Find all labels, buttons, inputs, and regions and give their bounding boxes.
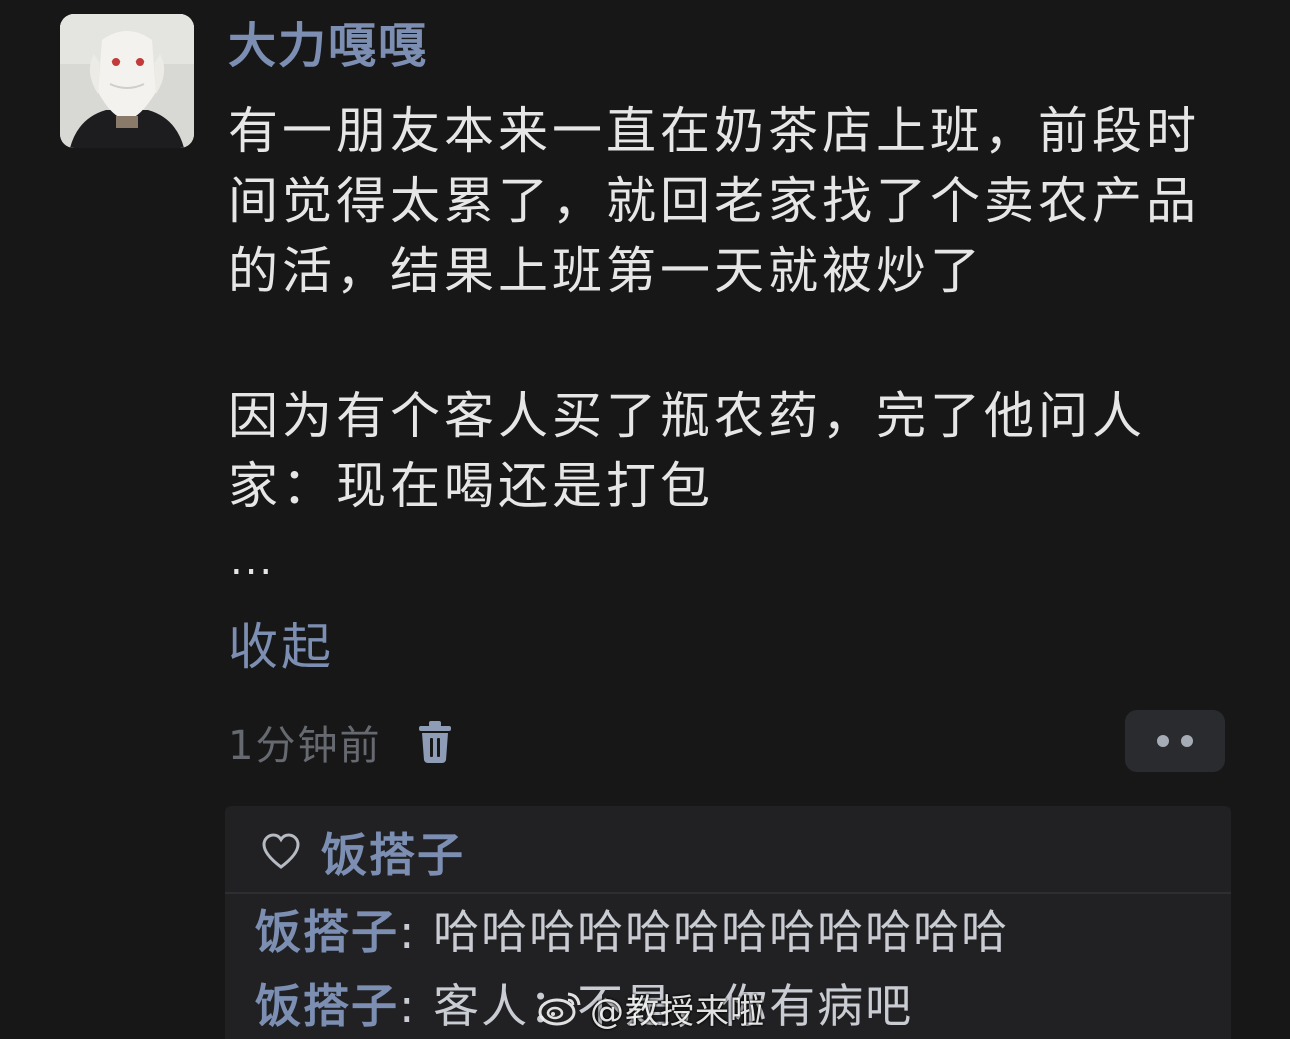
comment-timestamp: 1分钟前 bbox=[228, 723, 382, 769]
comment-text-line-1: 有一朋友本来一直在奶茶店上班，前段时 bbox=[228, 102, 1200, 160]
comment-ellipsis: ... bbox=[230, 538, 275, 584]
more-dots-icon bbox=[1157, 735, 1169, 747]
heart-outline-icon[interactable] bbox=[261, 832, 301, 872]
collapse-link[interactable]: 收起 bbox=[228, 612, 334, 682]
watermark: @教授来啦 bbox=[538, 980, 765, 1036]
comment-text-line-4: 因为有个客人买了瓶农药，完了他问人 bbox=[228, 387, 1146, 445]
reply-author[interactable]: 饭搭子 bbox=[255, 905, 399, 959]
more-dots-icon bbox=[1181, 735, 1193, 747]
panel-divider bbox=[225, 892, 1231, 894]
comment-text-line-3: 的活，结果上班第一天就被炒了 bbox=[228, 242, 984, 300]
reply-separator: : bbox=[399, 979, 417, 1033]
comment-meta-row: 1分钟前 bbox=[228, 712, 455, 772]
trash-icon[interactable] bbox=[415, 720, 455, 764]
reply-text: 哈哈哈哈哈哈哈哈哈哈哈哈 bbox=[433, 905, 1010, 959]
watermark-text: @教授来啦 bbox=[590, 991, 765, 1032]
liker-name[interactable]: 饭搭子 bbox=[321, 819, 465, 885]
comment-text-line-2: 间觉得太累了，就回老家找了个卖农产品 bbox=[228, 172, 1200, 230]
comment-author-name[interactable]: 大力嘎嘎 bbox=[228, 16, 428, 76]
weibo-logo-icon bbox=[538, 992, 581, 1026]
avatar-photo-icon bbox=[60, 14, 194, 148]
likes-row: 饭搭子 bbox=[261, 822, 465, 882]
comment-text-line-5: 家：现在喝还是打包 bbox=[228, 457, 714, 515]
reply-item[interactable]: 饭搭子: 哈哈哈哈哈哈哈哈哈哈哈哈 bbox=[255, 900, 1009, 964]
reply-separator: : bbox=[399, 905, 417, 959]
more-options-button[interactable] bbox=[1125, 710, 1225, 772]
avatar[interactable] bbox=[60, 14, 194, 148]
comment-screen: 大力嘎嘎 有一朋友本来一直在奶茶店上班，前段时 间觉得太累了，就回老家找了个卖农… bbox=[0, 0, 1290, 1039]
reply-author[interactable]: 饭搭子 bbox=[255, 979, 399, 1033]
